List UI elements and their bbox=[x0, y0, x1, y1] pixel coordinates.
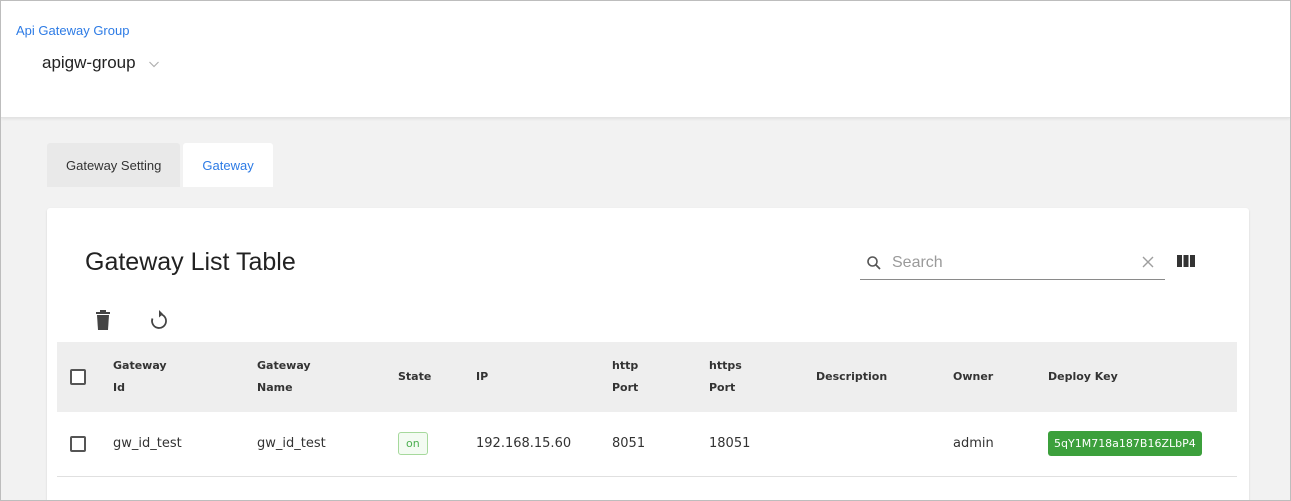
tab-bar: Gateway Setting Gateway bbox=[47, 143, 273, 187]
app-frame: Api Gateway Group apigw-group Gateway Se… bbox=[0, 0, 1291, 501]
table-row[interactable]: gw_id_test gw_id_test on 192.168.15.60 8… bbox=[57, 412, 1237, 476]
column-header-owner[interactable]: Owner bbox=[953, 342, 1048, 412]
cell-gateway-id: gw_id_test bbox=[113, 436, 182, 452]
delete-button[interactable] bbox=[91, 307, 115, 333]
column-header-https-port[interactable]: https Port bbox=[709, 342, 816, 412]
cell-state: on bbox=[398, 412, 476, 476]
gateway-table: Gateway Id Gateway Name State IP http Port … bbox=[57, 342, 1237, 477]
column-header-http-port[interactable]: http Port bbox=[612, 342, 709, 412]
cell-owner: admin bbox=[953, 436, 994, 452]
close-icon[interactable] bbox=[1141, 255, 1155, 269]
column-header-description[interactable]: Description bbox=[816, 342, 953, 412]
tab-gateway[interactable]: Gateway bbox=[183, 143, 273, 187]
cell-deploy-key: 5qY1M718a187B16ZLbP4 bbox=[1048, 412, 1237, 476]
column-header-ip[interactable]: IP bbox=[476, 342, 612, 412]
table-toolbar bbox=[91, 307, 171, 333]
group-label: Api Gateway Group bbox=[16, 23, 130, 38]
group-select[interactable]: apigw-group bbox=[42, 53, 160, 73]
search-input[interactable] bbox=[892, 253, 1122, 272]
select-all-checkbox[interactable] bbox=[70, 369, 86, 385]
chevron-down-icon bbox=[148, 57, 160, 69]
group-select-value: apigw-group bbox=[42, 53, 136, 72]
refresh-button[interactable] bbox=[147, 307, 171, 333]
search-icon bbox=[866, 255, 882, 271]
cell-ip: 192.168.15.60 bbox=[476, 436, 572, 452]
tab-gateway-setting[interactable]: Gateway Setting bbox=[47, 143, 181, 187]
gateway-list-card: Gateway List Table Search Gateway Id Gat… bbox=[47, 208, 1249, 500]
cell-https-port: 18051 bbox=[709, 436, 751, 452]
page-header: Api Gateway Group apigw-group bbox=[1, 1, 1290, 118]
cell-description bbox=[816, 412, 953, 476]
status-badge: on bbox=[398, 432, 428, 456]
column-header-gateway-id[interactable]: Gateway Id bbox=[113, 342, 257, 412]
column-header-deploy-key[interactable]: Deploy Key bbox=[1048, 342, 1237, 412]
refresh-icon bbox=[151, 310, 167, 329]
search-box bbox=[860, 246, 1165, 280]
column-header-gateway-name[interactable]: Gateway Name bbox=[257, 342, 398, 412]
view-column-icon[interactable] bbox=[1175, 252, 1197, 270]
trash-icon bbox=[96, 310, 110, 330]
row-checkbox[interactable] bbox=[70, 435, 86, 452]
table-header-row: Gateway Id Gateway Name State IP http Port … bbox=[57, 342, 1237, 412]
table-title: Gateway List Table bbox=[85, 248, 296, 276]
column-header-state[interactable]: State bbox=[398, 342, 476, 412]
cell-gateway-name: gw_id_test bbox=[257, 436, 326, 452]
deploy-key-badge[interactable]: 5qY1M718a187B16ZLbP4 bbox=[1048, 431, 1202, 457]
cell-http-port: 8051 bbox=[612, 436, 646, 452]
